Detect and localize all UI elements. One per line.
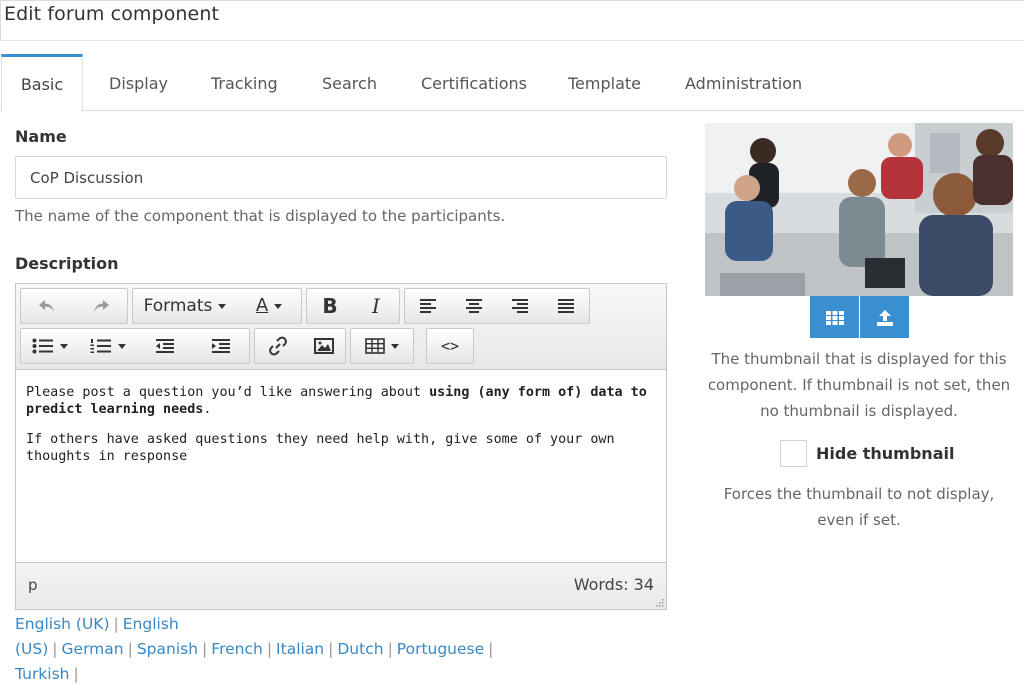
tab-basic[interactable]: Basic xyxy=(1,54,83,112)
italic-icon[interactable]: I xyxy=(353,289,399,323)
description-label: Description xyxy=(15,254,119,273)
table-icon[interactable] xyxy=(351,329,413,363)
align-right-icon[interactable] xyxy=(497,289,543,323)
redo-icon[interactable] xyxy=(75,289,127,323)
lang-link-german[interactable]: German xyxy=(62,640,124,658)
lang-link-portuguese[interactable]: Portuguese xyxy=(397,640,484,658)
source-code-icon[interactable]: <> xyxy=(427,329,473,363)
hide-thumbnail-label[interactable]: Hide thumbnail xyxy=(816,444,954,463)
lang-link-spanish[interactable]: Spanish xyxy=(137,640,198,658)
tab-template[interactable]: Template xyxy=(568,54,641,111)
history-group xyxy=(20,288,128,324)
tab-search[interactable]: Search xyxy=(322,54,377,111)
editor-paragraph-2: If others have asked questions they need… xyxy=(26,432,615,464)
font-color-glyph: A xyxy=(255,295,269,316)
lang-link-english-uk[interactable]: English (UK) xyxy=(15,615,110,633)
numbered-list-icon[interactable] xyxy=(79,329,137,363)
format-group: Formats A xyxy=(132,288,302,324)
page-title: Edit forum component xyxy=(4,3,220,25)
name-input[interactable] xyxy=(15,156,667,199)
tab-administration[interactable]: Administration xyxy=(685,54,802,111)
outdent-icon[interactable] xyxy=(137,329,193,363)
description-editor: Formats A B I <> Please post a question … xyxy=(15,283,667,610)
table-group xyxy=(350,328,414,364)
editor-statusbar: p Words: 34 xyxy=(16,562,666,609)
bullet-list-icon[interactable] xyxy=(21,329,79,363)
word-count: Words: 34 xyxy=(573,575,654,594)
align-group xyxy=(404,288,590,324)
lang-link-french[interactable]: French xyxy=(211,640,263,658)
tab-certifications[interactable]: Certifications xyxy=(421,54,527,111)
lang-link-dutch[interactable]: Dutch xyxy=(337,640,383,658)
hide-thumbnail-help-text: Forces the thumbnail to not display, eve… xyxy=(723,485,995,529)
upload-icon[interactable] xyxy=(860,296,909,338)
code-group: <> xyxy=(426,328,474,364)
name-help-text: The name of the component that is displa… xyxy=(15,207,506,225)
resize-handle-icon[interactable] xyxy=(654,597,664,607)
formats-dropdown[interactable]: Formats xyxy=(133,289,237,323)
align-left-icon[interactable] xyxy=(405,289,451,323)
language-links: English (UK) | English (US) | German | Spanish… xyxy=(15,615,494,683)
align-center-icon[interactable] xyxy=(451,289,497,323)
hide-thumbnail-checkbox[interactable] xyxy=(780,440,807,467)
editor-toolbar: Formats A B I <> xyxy=(16,284,666,370)
list-group xyxy=(20,328,250,364)
indent-icon[interactable] xyxy=(193,329,249,363)
lang-link-turkish[interactable]: Turkish xyxy=(15,665,70,683)
undo-icon[interactable] xyxy=(21,289,73,323)
tab-display[interactable]: Display xyxy=(109,54,168,111)
style-group: B I xyxy=(306,288,400,324)
tab-tracking[interactable]: Tracking xyxy=(211,54,278,111)
thumbnail-help-text: The thumbnail that is displayed for this… xyxy=(707,350,1011,420)
element-path[interactable]: p xyxy=(28,576,38,594)
name-label: Name xyxy=(15,127,67,146)
image-icon[interactable] xyxy=(301,329,347,363)
font-color-icon[interactable]: A xyxy=(237,289,301,323)
title-bar: Edit forum component xyxy=(0,0,1024,41)
thumbnail-image xyxy=(705,123,1013,296)
insert-group xyxy=(254,328,346,364)
align-justify-icon[interactable] xyxy=(543,289,589,323)
editor-paragraph-1: Please post a question you’d like answer… xyxy=(26,384,656,418)
tab-bar: Basic Display Tracking Search Certificat… xyxy=(0,54,1024,112)
lang-link-italian[interactable]: Italian xyxy=(276,640,324,658)
bold-icon[interactable]: B xyxy=(307,289,353,323)
paragraph-1-text: Please post a question you’d like answer… xyxy=(26,385,430,400)
formats-label: Formats xyxy=(143,296,213,316)
paragraph-1-end: . xyxy=(203,402,212,417)
thumbnail-buttons xyxy=(810,296,909,338)
editor-content[interactable]: Please post a question you’d like answer… xyxy=(26,384,656,478)
grid-icon[interactable] xyxy=(810,296,859,338)
link-icon[interactable] xyxy=(255,329,301,363)
